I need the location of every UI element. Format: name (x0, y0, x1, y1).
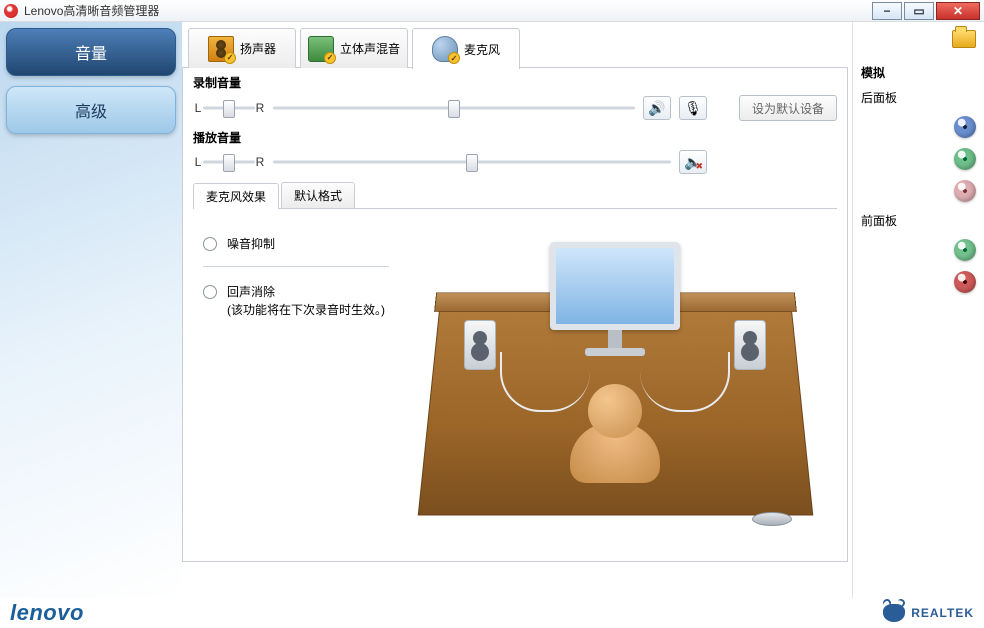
subtab-default-format[interactable]: 默认格式 (281, 182, 355, 208)
jack-green[interactable] (954, 148, 976, 170)
footer: lenovo REALTEK (0, 598, 984, 628)
jack-blue[interactable] (954, 116, 976, 138)
desk-mic-illus (751, 476, 793, 526)
tab-speaker-label: 扬声器 (240, 40, 276, 57)
nav-volume[interactable]: 音量 (6, 28, 176, 76)
maximize-button[interactable]: ▭ (904, 2, 934, 20)
jack-front-green[interactable] (954, 239, 976, 261)
realtek-crab-icon (883, 604, 905, 622)
minimize-button[interactable]: − (872, 2, 902, 20)
set-default-button[interactable]: 设为默认设备 (739, 95, 837, 121)
front-panel-label: 前面板 (861, 212, 976, 229)
close-button[interactable]: ✕ (936, 2, 980, 20)
tab-microphone-label: 麦克风 (464, 41, 500, 58)
realtek-text: REALTEK (911, 606, 974, 620)
echo-cancel-label: 回声消除 (227, 283, 385, 301)
person-head-illus (588, 384, 642, 438)
folder-icon[interactable] (952, 30, 976, 48)
balance-slider-playback[interactable] (203, 155, 255, 169)
jack-pink[interactable] (954, 180, 976, 202)
illustration (393, 223, 837, 545)
option-noise-suppress[interactable]: 噪音抑制 (203, 229, 389, 258)
lr-label-l: L (193, 101, 203, 115)
echo-cancel-note: (该功能将在下次录音时生效。) (227, 301, 385, 319)
speaker-right-illus (734, 320, 766, 370)
speaker-left-illus (464, 320, 496, 370)
content-card: 录制音量 L R 🔊 🎙 设为默认设备 (182, 68, 848, 562)
playback-listen-button[interactable]: 🔊 (643, 96, 671, 120)
tab-stereomix[interactable]: 立体声混音 (300, 28, 408, 68)
option-echo-cancel[interactable]: 回声消除 (该功能将在下次录音时生效。) (203, 277, 389, 325)
titlebar: Lenovo高清晰音频管理器 − ▭ ✕ (0, 0, 984, 22)
left-nav: 音量 高级 (0, 22, 182, 598)
app-icon (4, 4, 18, 18)
soundcard-icon (308, 36, 334, 62)
balance-slider-record[interactable] (203, 101, 255, 115)
tab-speaker[interactable]: 扬声器 (188, 28, 296, 68)
record-volume-slider[interactable] (273, 101, 635, 115)
lr-label-r2: R (255, 155, 265, 169)
nav-advanced[interactable]: 高级 (6, 86, 176, 134)
effects-pane: 噪音抑制 回声消除 (该功能将在下次录音时生效。) (193, 223, 393, 545)
playback-volume-slider[interactable] (273, 155, 671, 169)
radio-icon (203, 285, 217, 299)
jack-front-red[interactable] (954, 271, 976, 293)
sub-tabs: 麦克风效果 默认格式 (193, 182, 837, 209)
device-tabs: 扬声器 立体声混音 麦克风 (182, 22, 848, 68)
window-title: Lenovo高清晰音频管理器 (24, 2, 870, 19)
subtab-effects[interactable]: 麦克风效果 (193, 183, 279, 209)
right-panel: 模拟 后面板 前面板 (852, 22, 984, 598)
lr-label-l2: L (193, 155, 203, 169)
microphone-icon (432, 36, 458, 62)
monitor-illus (535, 242, 695, 362)
noise-suppress-label: 噪音抑制 (227, 235, 275, 252)
lenovo-logo: lenovo (10, 600, 84, 626)
record-volume-title: 录制音量 (193, 74, 837, 91)
radio-icon (203, 237, 217, 251)
tab-stereomix-label: 立体声混音 (340, 40, 400, 57)
tab-microphone[interactable]: 麦克风 (412, 28, 520, 69)
playback-volume-title: 播放音量 (193, 129, 837, 146)
lr-label-r: R (255, 101, 265, 115)
back-panel-label: 后面板 (861, 89, 976, 106)
mute-button[interactable]: 🔈✖ (679, 150, 707, 174)
speaker-icon (208, 36, 234, 62)
realtek-logo: REALTEK (883, 604, 974, 622)
mic-boost-button[interactable]: 🎙 (679, 96, 707, 120)
analog-title: 模拟 (861, 64, 976, 81)
